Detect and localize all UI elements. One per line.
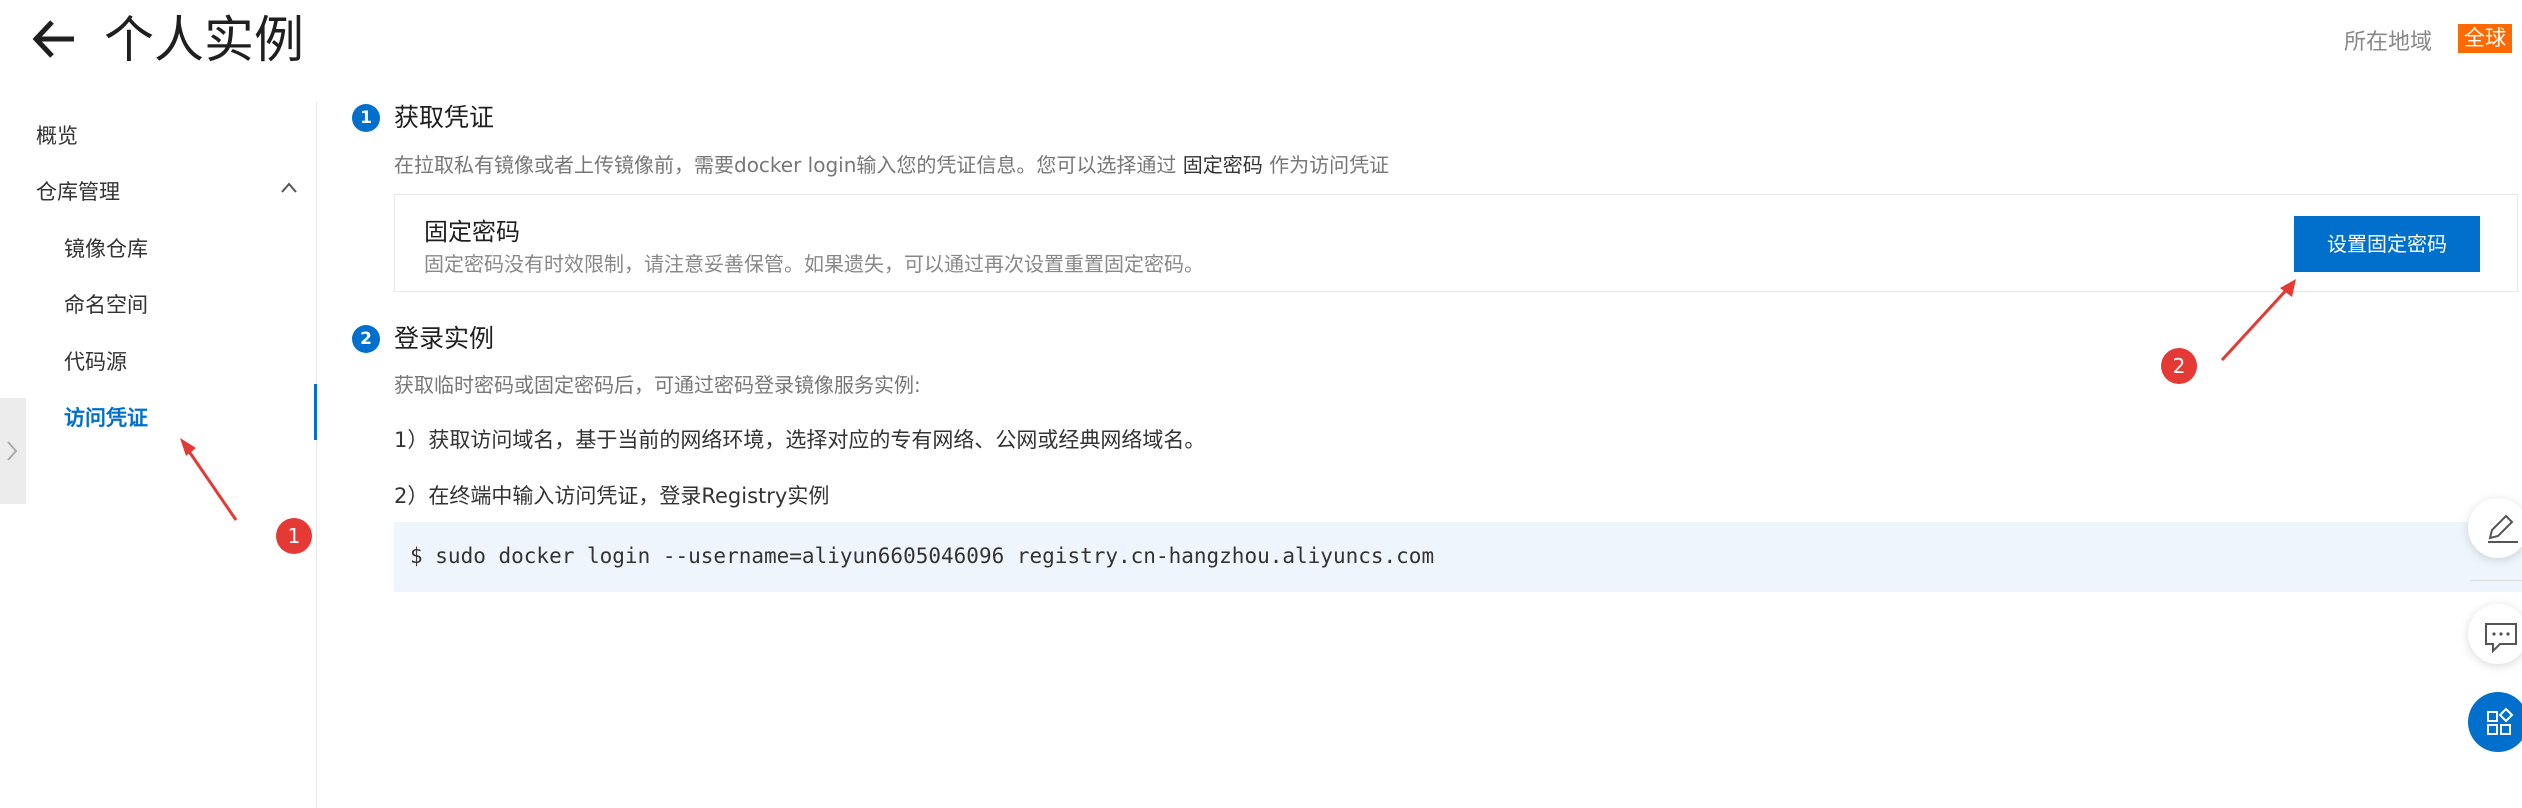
annotation-arrow-1 <box>182 443 238 521</box>
annotation-marker-1: 1 <box>276 518 312 554</box>
step-2-badge: 2 <box>352 325 380 353</box>
region-badge[interactable]: 全球 <box>2458 24 2512 53</box>
sidebar-item-code-source[interactable]: 代码源 <box>64 348 127 376</box>
back-arrow-icon[interactable] <box>30 14 80 64</box>
annotation-arrow-2 <box>2220 284 2292 362</box>
step-2-description: 获取临时密码或固定密码后，可通过密码登录镜像服务实例: <box>394 373 921 397</box>
sidebar-collapse-tab[interactable] <box>0 398 26 504</box>
sidebar-item-namespace[interactable]: 命名空间 <box>64 291 148 319</box>
fixed-password-card <box>394 194 2518 292</box>
sidebar-item-overview[interactable]: 概览 <box>36 122 78 150</box>
chevron-up-icon[interactable] <box>280 180 298 194</box>
sidebar-item-image-repo[interactable]: 镜像仓库 <box>64 235 148 263</box>
sidebar-active-indicator <box>314 384 317 440</box>
step-1-desc-prefix: 在拉取私有镜像或者上传镜像前，需要docker login输入您的凭证信息。您可… <box>394 153 1177 177</box>
float-divider <box>2470 580 2522 581</box>
step-2-line-2: 2）在终端中输入访问凭证，登录Registry实例 <box>394 484 830 508</box>
sidebar-item-access-credential[interactable]: 访问凭证 <box>64 404 148 432</box>
edit-float-button[interactable] <box>2468 498 2522 558</box>
step-1-description: 在拉取私有镜像或者上传镜像前，需要docker login输入您的凭证信息。您可… <box>394 151 1389 179</box>
step-1-desc-strong: 固定密码 <box>1182 153 1263 177</box>
step-2-title: 登录实例 <box>394 324 495 353</box>
card-title: 固定密码 <box>424 218 520 246</box>
step-1-badge: 1 <box>352 104 380 132</box>
sidebar-divider <box>316 102 317 808</box>
login-command[interactable]: $ sudo docker login --username=aliyun660… <box>410 544 1434 568</box>
chat-float-button[interactable] <box>2468 604 2522 664</box>
sidebar-item-repo-management[interactable]: 仓库管理 <box>36 178 120 206</box>
apps-float-button[interactable] <box>2468 692 2522 752</box>
chat-icon <box>2485 623 2517 654</box>
annotation-arrowhead-1 <box>180 438 196 456</box>
page-title: 个人实例 <box>104 11 304 69</box>
edit-icon <box>2488 514 2518 543</box>
step-1-desc-suffix: 作为访问凭证 <box>1269 153 1390 177</box>
step-2-line-1: 1）获取访问域名，基于当前的网络环境，选择对应的专有网络、公网或经典网络域名。 <box>394 428 1206 452</box>
card-description: 固定密码没有时效限制，请注意妥善保管。如果遗失，可以通过再次设置重置固定密码。 <box>424 252 1204 276</box>
apps-icon <box>2487 707 2514 735</box>
step-1-title: 获取凭证 <box>394 103 495 132</box>
set-fixed-password-button[interactable]: 设置固定密码 <box>2294 216 2480 272</box>
annotation-marker-2: 2 <box>2161 348 2197 384</box>
region-label: 所在地域 <box>2344 30 2433 55</box>
